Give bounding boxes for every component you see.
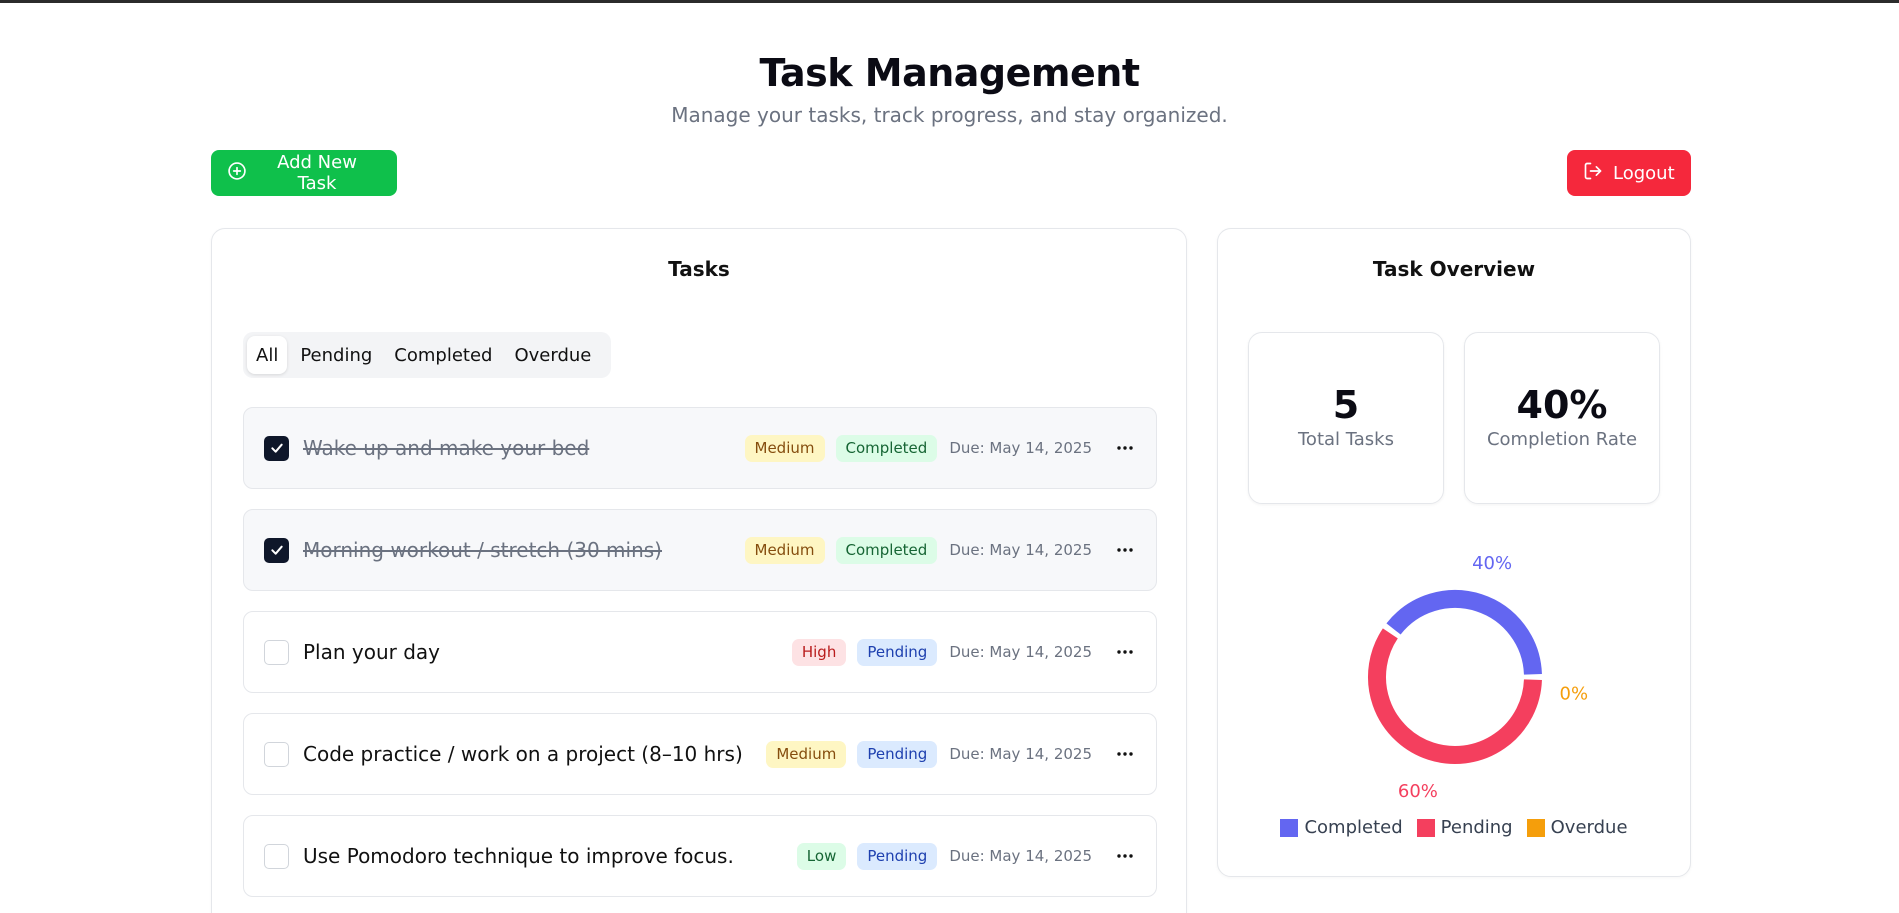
tab-pending[interactable]: Pending	[291, 336, 381, 374]
task-list: Wake up and make your bed Medium Complet…	[243, 407, 1157, 913]
legend-item-completed[interactable]: Completed	[1280, 817, 1403, 838]
overview-title: Task Overview	[1372, 257, 1536, 281]
task-checkbox[interactable]	[264, 741, 289, 767]
legend-swatch-pending	[1416, 818, 1435, 837]
task-overview-card: Task Overview 5 Total Tasks 40% Completi…	[1217, 228, 1691, 877]
task-title: Plan your day	[303, 640, 441, 664]
legend-item-overdue[interactable]: Overdue	[1526, 817, 1628, 838]
task-due-date: Due: May 14, 2025	[949, 847, 1092, 865]
task-status-donut-chart: 40% 60% 0%	[1368, 553, 1589, 802]
add-new-task-button[interactable]: Add New Task	[211, 150, 397, 196]
donut-label-overdue: 0%	[1560, 684, 1589, 705]
page-title: Task Management	[759, 51, 1141, 95]
check-icon	[270, 545, 283, 555]
check-icon	[270, 443, 283, 453]
add-new-task-label: Add New Task	[277, 152, 357, 194]
more-horizontal-icon	[1117, 854, 1133, 858]
task-due-date: Due: May 14, 2025	[949, 643, 1092, 661]
task-menu-button[interactable]	[1114, 743, 1136, 765]
tab-completed[interactable]: Completed	[385, 336, 501, 374]
task-title: Code practice / work on a project (8–10 …	[303, 742, 743, 766]
task-checkbox[interactable]	[264, 843, 289, 869]
legend-label-pending: Pending	[1440, 817, 1513, 838]
status-badge: Completed	[835, 536, 938, 564]
priority-badge: Medium	[744, 434, 825, 462]
total-tasks-label: Total Tasks	[1298, 429, 1394, 450]
task-row: Code practice / work on a project (8–10 …	[243, 713, 1157, 795]
legend-swatch-overdue	[1526, 818, 1545, 837]
logout-button[interactable]: Logout	[1567, 150, 1691, 196]
page-subtitle: Manage your tasks, track progress, and s…	[671, 103, 1228, 127]
tab-all[interactable]: All	[247, 336, 288, 374]
legend-swatch-completed	[1280, 818, 1299, 837]
donut-label-pending: 60%	[1398, 781, 1438, 802]
task-title: Use Pomodoro technique to improve focus.	[303, 844, 734, 868]
legend-label-overdue: Overdue	[1550, 817, 1628, 838]
status-badge: Completed	[835, 434, 938, 462]
more-horizontal-icon	[1117, 446, 1133, 450]
plus-circle-icon	[227, 161, 247, 186]
tasks-title: Tasks	[668, 257, 730, 281]
task-menu-button[interactable]	[1114, 437, 1136, 459]
task-title: Morning workout / stretch (30 mins)	[303, 538, 662, 562]
status-badge: Pending	[857, 638, 938, 666]
task-title: Wake up and make your bed	[303, 436, 590, 460]
completion-rate-label: Completion Rate	[1486, 429, 1638, 450]
task-checkbox[interactable]	[264, 435, 289, 461]
task-due-date: Due: May 14, 2025	[949, 439, 1092, 457]
priority-badge: High	[791, 638, 847, 666]
donut-label-completed: 40%	[1472, 553, 1512, 574]
legend-item-pending[interactable]: Pending	[1416, 817, 1513, 838]
donut-slice-completed[interactable]	[1386, 590, 1542, 675]
logout-icon	[1583, 161, 1603, 186]
completion-rate-stat: 40% Completion Rate	[1464, 332, 1660, 504]
tab-overdue[interactable]: Overdue	[505, 336, 600, 374]
task-checkbox[interactable]	[264, 537, 289, 563]
legend-label-completed: Completed	[1304, 817, 1403, 838]
task-due-date: Due: May 14, 2025	[949, 541, 1092, 559]
more-horizontal-icon	[1117, 548, 1133, 552]
task-row: Morning workout / stretch (30 mins) Medi…	[243, 509, 1157, 591]
task-menu-button[interactable]	[1114, 845, 1136, 867]
task-menu-button[interactable]	[1114, 539, 1136, 561]
task-row: Plan your day High Pending Due: May 14, …	[243, 611, 1157, 693]
logout-label: Logout	[1613, 162, 1675, 184]
task-checkbox[interactable]	[264, 639, 289, 665]
chart-legend: Completed Pending Overdue	[1218, 817, 1690, 838]
task-due-date: Due: May 14, 2025	[949, 745, 1092, 763]
task-row: Wake up and make your bed Medium Complet…	[243, 407, 1157, 489]
total-tasks-stat: 5 Total Tasks	[1248, 332, 1444, 504]
priority-badge: Medium	[744, 536, 825, 564]
status-badge: Pending	[857, 740, 938, 768]
more-horizontal-icon	[1117, 752, 1133, 756]
tasks-card: Tasks All Pending Completed Overdue Wake…	[211, 228, 1187, 913]
priority-badge: Low	[796, 842, 847, 870]
completion-rate-value: 40%	[1516, 383, 1608, 427]
filter-tabs: All Pending Completed Overdue	[243, 332, 611, 378]
status-badge: Pending	[857, 842, 938, 870]
task-row: Use Pomodoro technique to improve focus.…	[243, 815, 1157, 897]
task-menu-button[interactable]	[1114, 641, 1136, 663]
priority-badge: Medium	[766, 740, 847, 768]
more-horizontal-icon	[1117, 650, 1133, 654]
page-header: Task Management Manage your tasks, track…	[0, 51, 1899, 127]
total-tasks-value: 5	[1332, 383, 1360, 427]
donut-slice-pending[interactable]	[1368, 628, 1542, 764]
